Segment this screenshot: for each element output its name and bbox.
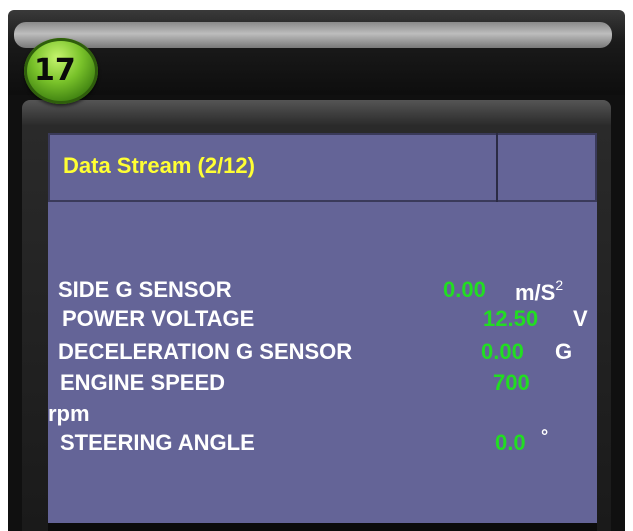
data-row-value: 12.50 [483,306,539,331]
data-row-unit: m/S2 [515,277,563,306]
data-row-unit: rpm [48,401,90,426]
data-row-value: 0.0 [495,430,526,455]
data-row-unit: V [573,306,588,331]
screen-bottom-edge [48,523,597,531]
data-row-label: SIDE G SENSOR [58,277,232,302]
data-row-label: STEERING ANGLE [60,430,255,455]
data-row-value: 0.00 [481,339,524,364]
data-row-label: DECELERATION G SENSOR [58,339,353,364]
data-row-label: ENGINE SPEED [60,370,226,395]
data-row-unit: G [555,339,573,364]
title-bar-divider [496,133,498,202]
unit-superscript: 2 [555,277,564,293]
page-title: Data Stream (2/12) [63,153,255,178]
step-number-badge: 17 [24,38,98,104]
data-row-value: 700 [493,370,530,395]
device-highlight-bar [14,22,612,48]
data-row-value: 0.00 [443,277,486,302]
data-row-unit: ° [541,426,549,446]
unit-text: m/S [515,280,556,305]
scan-tool-device: 17 Data Stream (2/12) SIDE G SENSOR 0.00… [0,0,633,531]
step-number: 17 [34,53,76,88]
data-row-label: POWER VOLTAGE [62,306,255,331]
